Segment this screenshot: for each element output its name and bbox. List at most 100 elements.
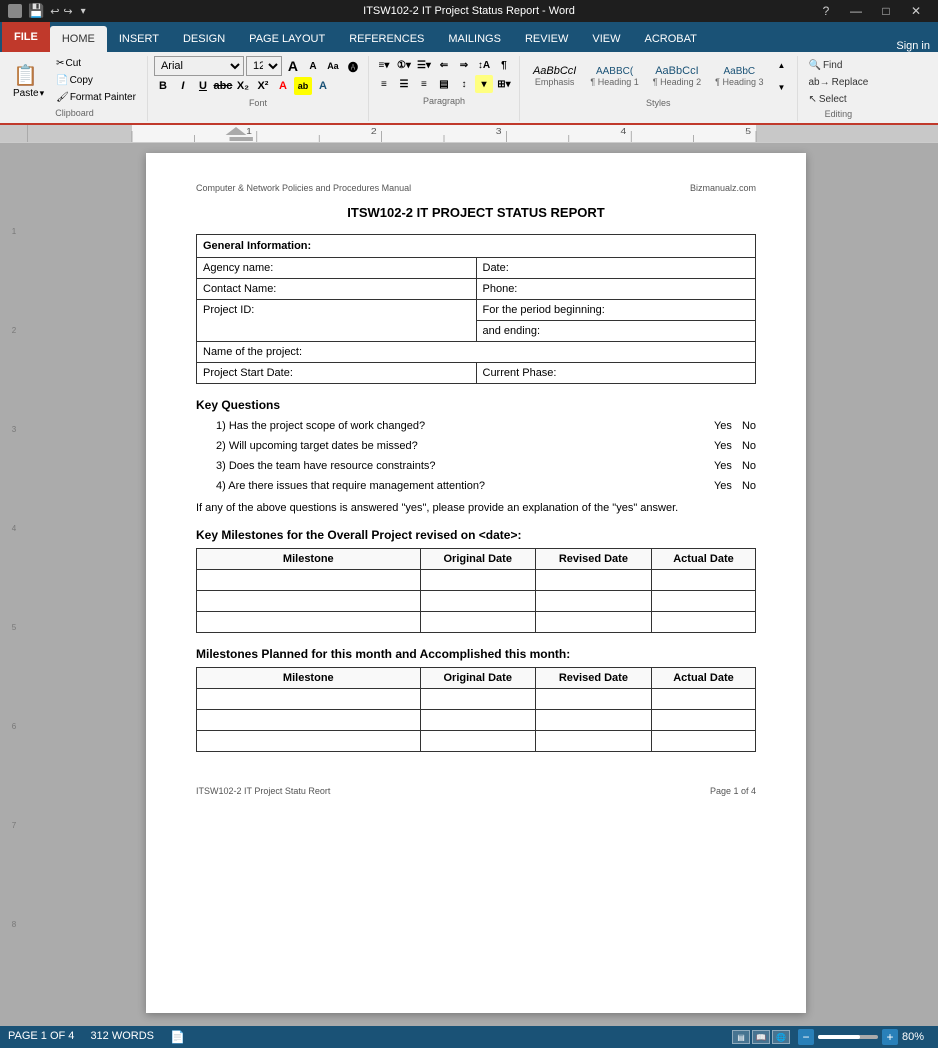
zoom-controls: − + 80% [798,1029,930,1045]
page-area[interactable]: Computer & Network Policies and Procedur… [28,143,924,1026]
project-start-date-field: Project Start Date: [197,363,477,384]
margin-marker-1: 1 [12,227,16,236]
phone-field: Phone: [476,279,756,300]
find-button[interactable]: 🔍 Find [804,58,874,73]
footer-right: Page 1 of 4 [710,786,756,796]
proofing-icon[interactable]: 📄 [170,1030,185,1044]
bold-button[interactable]: B [154,77,172,95]
key-question-2: 2) Will upcoming target dates be missed?… [216,440,756,452]
paste-button[interactable]: 📋 Paste ▾ [8,60,49,102]
ruler-left-corner [0,125,28,142]
select-icon: ↖ [809,94,817,105]
editing-label: Editing [804,109,874,119]
superscript-button[interactable]: X² [254,77,272,95]
svg-text:5: 5 [745,127,751,136]
status-right: ▤ 📖 🌐 − + 80% [732,1029,930,1045]
read-mode-view-btn[interactable]: 📖 [752,1030,770,1044]
italic-button[interactable]: I [174,77,192,95]
copy-icon: 📄 [56,75,68,86]
margin-marker-8: 8 [12,920,16,929]
document-header: Computer & Network Policies and Procedur… [196,183,756,193]
strikethrough-button[interactable]: abc [214,77,232,95]
align-right-button[interactable]: ≡ [415,75,433,93]
align-center-button[interactable]: ☰ [395,75,413,93]
maximize-btn[interactable]: □ [872,0,900,22]
main-layout: 1 2 3 4 5 6 7 8 Computer & Network Polic… [0,143,938,1026]
style-heading2[interactable]: AaBbCcI ¶ Heading 2 [646,62,708,90]
tab-review[interactable]: REVIEW [513,26,580,52]
milestones-planned-title: Milestones Planned for this month and Ac… [196,647,756,661]
styles-scroll-down[interactable]: ▼ [773,78,791,96]
key-question-3: 3) Does the team have resource constrain… [216,460,756,472]
zoom-slider[interactable] [818,1035,878,1039]
col-revised-date-planned: Revised Date [535,668,651,689]
col-revised-date-overall: Revised Date [535,549,651,570]
bullets-button[interactable]: ≡▾ [375,56,393,74]
styles-scroll-up[interactable]: ▲ [773,56,791,74]
font-family-select[interactable]: Arial [154,56,244,76]
tab-acrobat[interactable]: ACROBAT [632,26,708,52]
font-color-button[interactable]: A [274,77,292,95]
style-heading1[interactable]: AABBC( ¶ Heading 1 [583,63,645,90]
col-original-date-planned: Original Date [420,668,535,689]
footer-left: ITSW102-2 IT Project Statu Reort [196,786,330,796]
cut-button[interactable]: ✂ Cut [51,56,141,71]
increase-indent-button[interactable]: ⇒ [455,56,473,74]
shading-button[interactable]: ▾ [475,75,493,93]
underline-button[interactable]: U [194,77,212,95]
help-btn[interactable]: ? [812,0,840,22]
show-hide-button[interactable]: ¶ [495,56,513,74]
highlight-button[interactable]: ab [294,77,312,95]
style-emphasis[interactable]: AaBbCcI Emphasis [526,62,583,90]
zoom-level: 80% [902,1031,930,1043]
document-footer: ITSW102-2 IT Project Statu Reort Page 1 … [196,782,756,796]
minimize-btn[interactable]: — [842,0,870,22]
borders-button[interactable]: ⊞▾ [495,75,513,93]
style-heading3[interactable]: AaBbC ¶ Heading 3 [708,63,770,90]
period-beginning-field: For the period beginning: [476,300,756,321]
sort-button[interactable]: ↕A [475,56,493,74]
tab-view[interactable]: VIEW [580,26,632,52]
change-case-button[interactable]: Aa [324,57,342,75]
select-button[interactable]: ↖ Select [804,92,874,107]
line-spacing-button[interactable]: ↕ [455,75,473,93]
align-left-button[interactable]: ≡ [375,75,393,93]
ribbon-group-font: Arial 12 A A Aa 🅐 B I U abc X₂ X² A ab A… [148,56,369,121]
grow-font-button[interactable]: A [284,57,302,75]
sign-in-link[interactable]: Sign in [896,40,930,52]
agency-name-field: Agency name: [197,258,477,279]
quick-access-undo[interactable]: ↩ [50,5,59,18]
ruler: 1 2 3 4 5 [0,125,938,143]
close-btn[interactable]: ✕ [902,0,930,22]
tab-insert[interactable]: INSERT [107,26,171,52]
col-milestone-planned: Milestone [197,668,421,689]
font-size-select[interactable]: 12 [246,56,282,76]
replace-button[interactable]: ab→ Replace [804,75,874,90]
quick-access-redo[interactable]: ↪ [63,5,72,18]
multilevel-list-button[interactable]: ☰▾ [415,56,433,74]
zoom-in-button[interactable]: + [882,1029,898,1045]
general-info-table: General Information: Agency name: Date: … [196,234,756,384]
general-info-header: General Information: [197,235,756,258]
print-layout-view-btn[interactable]: ▤ [732,1030,750,1044]
zoom-out-button[interactable]: − [798,1029,814,1045]
subscript-button[interactable]: X₂ [234,77,252,95]
tab-page-layout[interactable]: PAGE LAYOUT [237,26,337,52]
quick-access-save[interactable]: 💾 [28,3,44,19]
format-painter-button[interactable]: 🖌 Format Painter [51,90,141,105]
justify-button[interactable]: ▤ [435,75,453,93]
table-row [197,731,756,752]
tab-mailings[interactable]: MAILINGS [436,26,513,52]
tab-home[interactable]: HOME [50,26,107,52]
tab-design[interactable]: DESIGN [171,26,237,52]
web-layout-view-btn[interactable]: 🌐 [772,1030,790,1044]
tab-references[interactable]: REFERENCES [337,26,436,52]
text-effects-button[interactable]: A [314,77,332,95]
tab-file[interactable]: FILE [2,22,50,52]
numbering-button[interactable]: ①▾ [395,56,413,74]
clear-format-button[interactable]: 🅐 [344,57,362,75]
decrease-indent-button[interactable]: ⇐ [435,56,453,74]
copy-button[interactable]: 📄 Copy [51,73,141,88]
word-icon [8,4,22,18]
shrink-font-button[interactable]: A [304,57,322,75]
